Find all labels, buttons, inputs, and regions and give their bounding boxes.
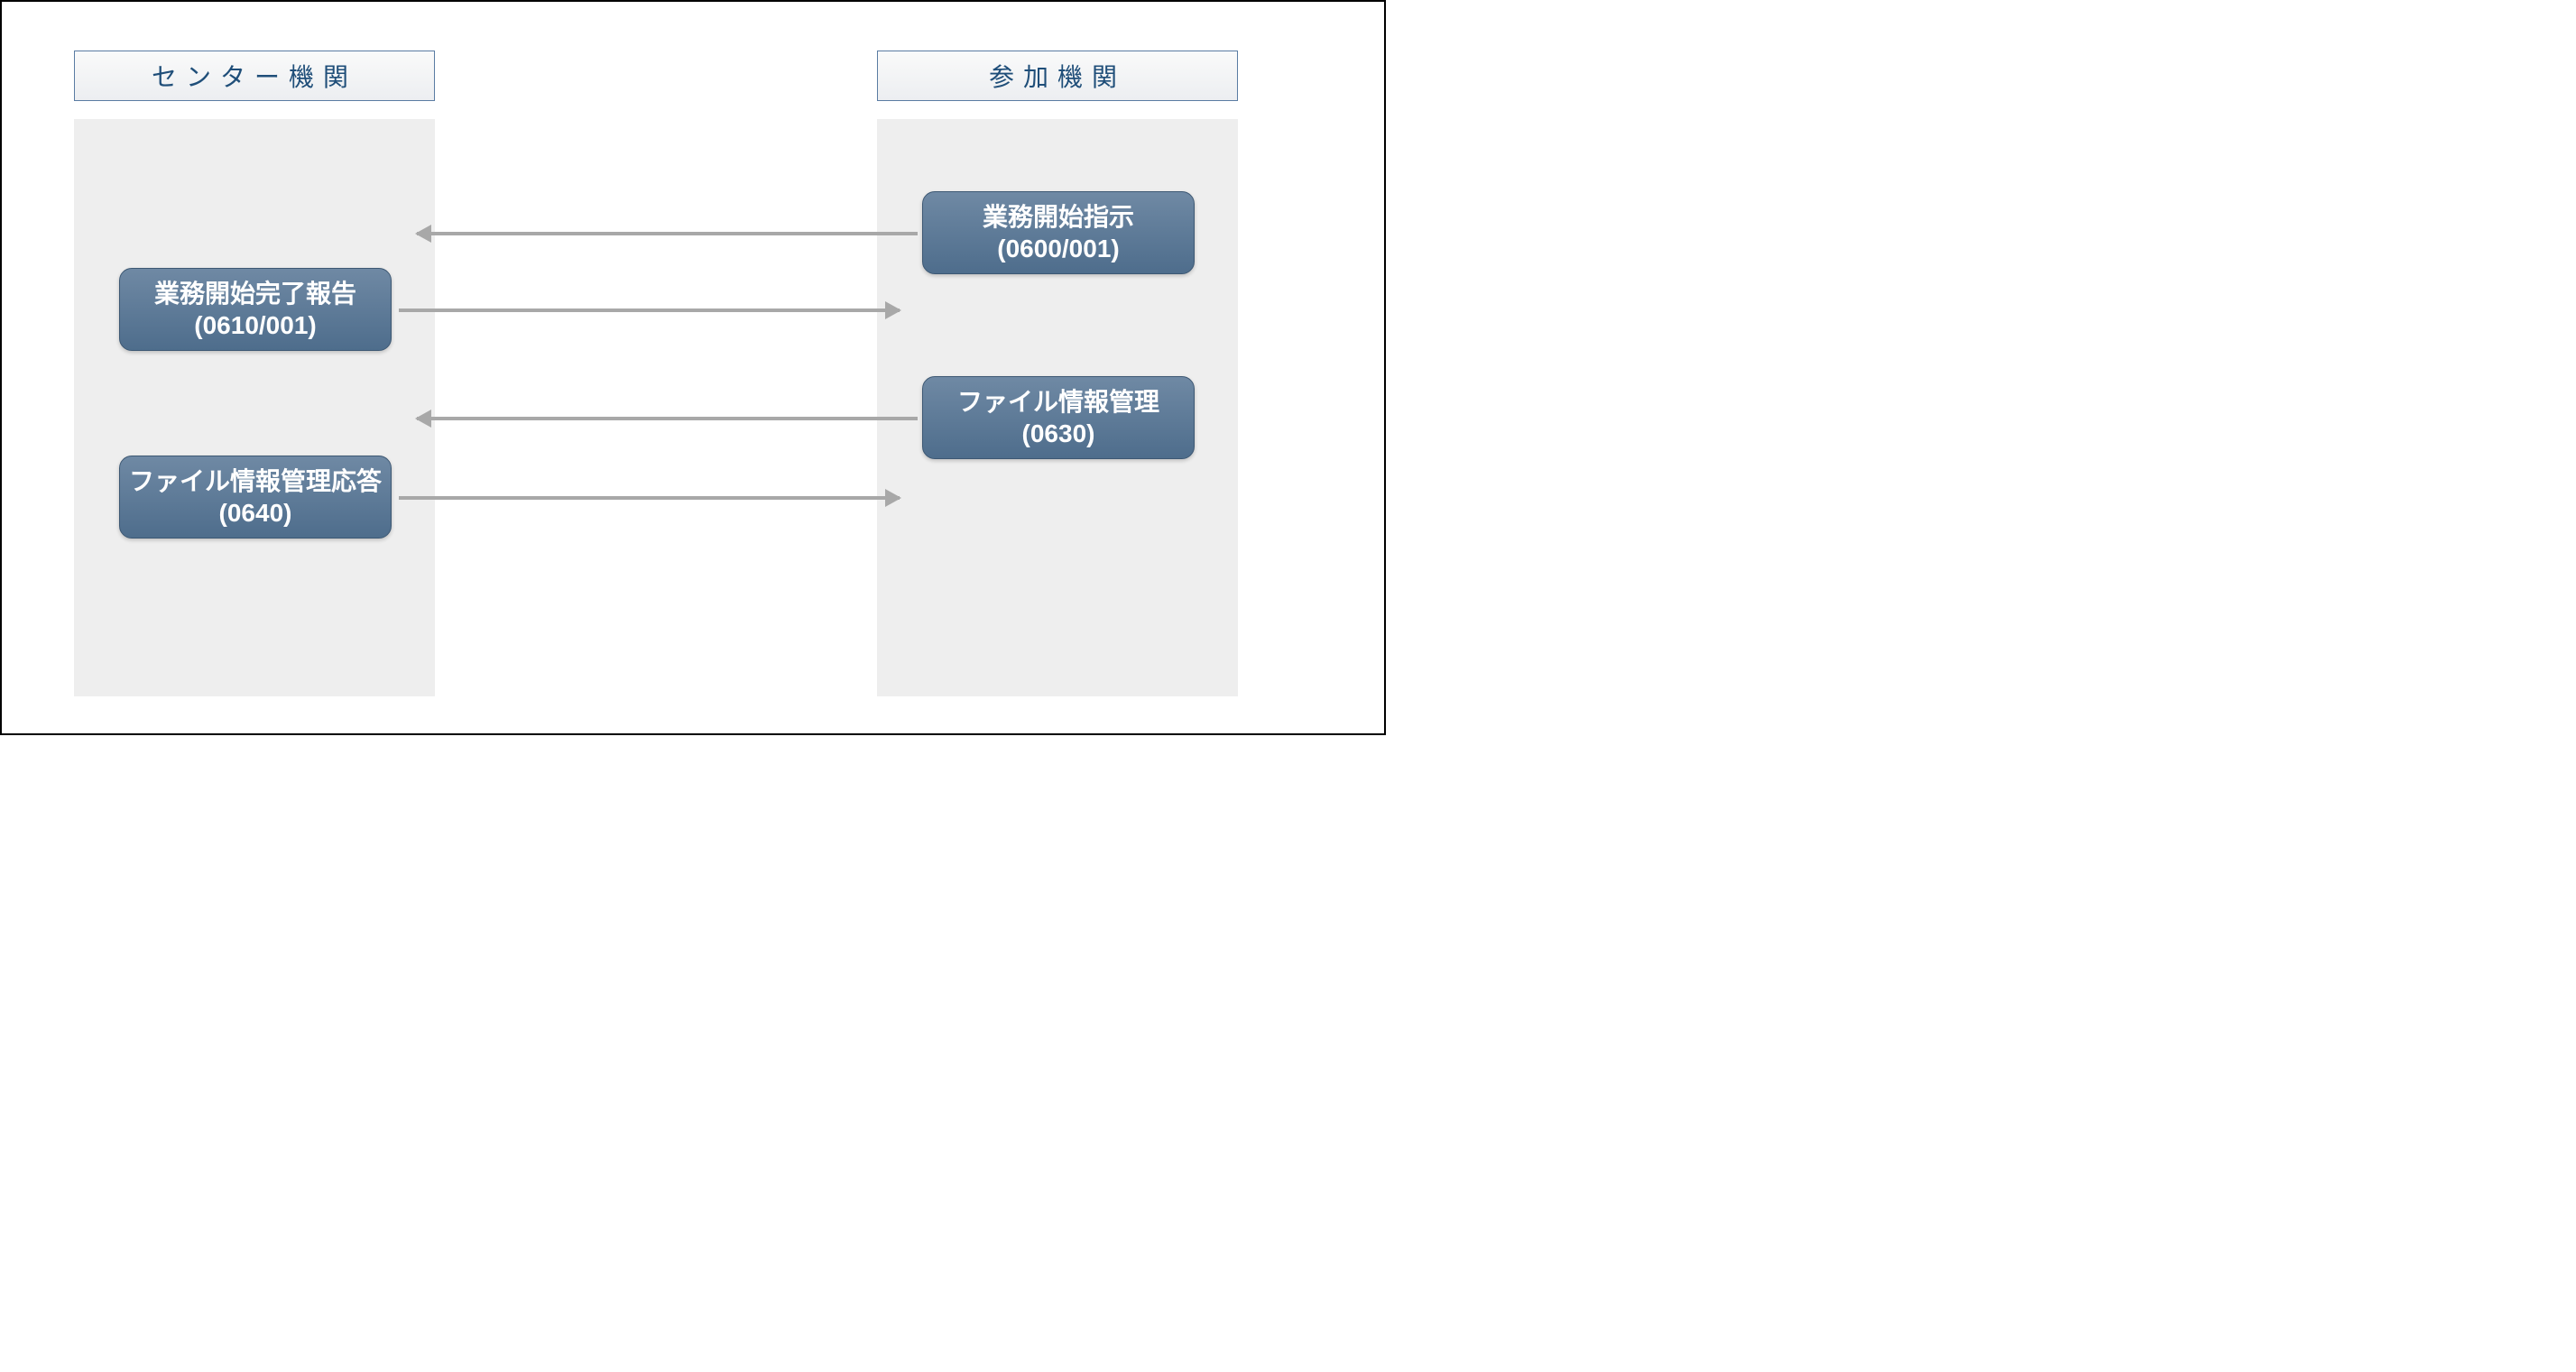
msg-0640-line1: ファイル情報管理応答	[129, 465, 382, 497]
msg-0610-line2: (0610/001)	[194, 309, 316, 341]
lane-header-center: センター機関	[74, 51, 435, 101]
msg-0600-line2: (0600/001)	[997, 233, 1119, 264]
lane-header-participant: 参加機関	[877, 51, 1238, 101]
msg-0610-line1: 業務開始完了報告	[154, 278, 356, 309]
lane-header-center-label: センター機関	[152, 58, 357, 94]
arrow-m4	[399, 496, 900, 500]
msg-0640-line2: (0640)	[219, 497, 292, 529]
msg-box-0600: 業務開始指示 (0600/001)	[922, 191, 1195, 274]
msg-box-0610: 業務開始完了報告 (0610/001)	[119, 268, 392, 351]
lane-body-center	[74, 119, 435, 696]
msg-0630-line2: (0630)	[1022, 418, 1095, 449]
msg-0600-line1: 業務開始指示	[983, 201, 1134, 233]
arrow-m2	[399, 308, 900, 312]
lane-header-participant-label: 参加機関	[989, 58, 1126, 94]
msg-0630-line1: ファイル情報管理	[957, 386, 1159, 418]
arrow-m1	[417, 232, 918, 235]
msg-box-0630: ファイル情報管理 (0630)	[922, 376, 1195, 459]
diagram-canvas: センター機関 参加機関 業務開始指示 (0600/001) 業務開始完了報告 (…	[0, 0, 1386, 735]
msg-box-0640: ファイル情報管理応答 (0640)	[119, 456, 392, 539]
arrow-m3	[417, 417, 918, 420]
